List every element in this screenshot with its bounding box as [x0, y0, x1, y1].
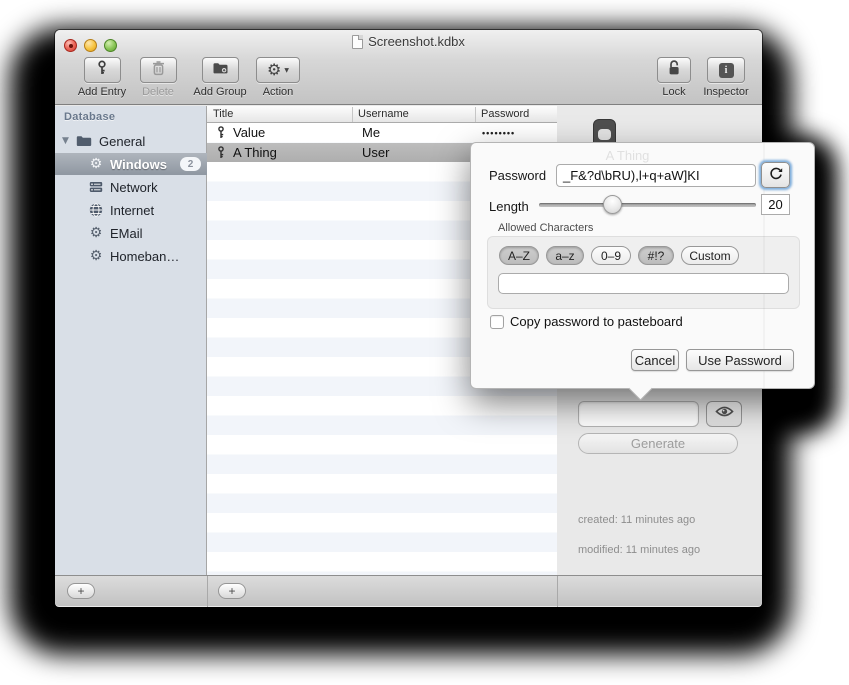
document-icon	[352, 35, 363, 49]
cell-title: A Thing	[233, 145, 277, 160]
toolbar: Add Entry Delete	[55, 52, 762, 105]
copy-to-pasteboard-checkbox[interactable]	[490, 315, 504, 329]
folder-icon	[76, 133, 92, 149]
charset-lowercase-button[interactable]: a–z	[546, 246, 584, 265]
show-password-button[interactable]	[706, 401, 742, 427]
password-label: Password	[489, 168, 546, 183]
charset-custom-button[interactable]: Custom	[681, 246, 739, 265]
gear-icon: ⚙	[267, 62, 281, 78]
use-password-button[interactable]: Use Password	[686, 349, 794, 371]
info-icon: i	[719, 63, 734, 78]
key-icon	[215, 126, 227, 142]
count-badge: 2	[180, 157, 201, 171]
gear-icon: ⚙	[90, 249, 103, 263]
add-group-plus-button[interactable]: +	[67, 583, 95, 599]
sidebar-item-general[interactable]: ▼ General	[55, 130, 207, 152]
globe-icon	[88, 202, 104, 218]
titlebar[interactable]: Screenshot.kdbx	[55, 30, 762, 52]
unlock-icon	[666, 59, 682, 81]
add-group-button[interactable]: Add Group	[188, 57, 252, 98]
divider	[557, 576, 558, 607]
action-menu-button[interactable]: ⚙ ▼ Action	[252, 57, 304, 98]
key-icon	[215, 146, 227, 162]
generated-password-field[interactable]: _F&?d\bRU),l+q+aW]KI	[556, 164, 756, 187]
password-generator-popover: A Thing Password _F&?d\bRU),l+q+aW]KI Le…	[470, 142, 815, 389]
cancel-button[interactable]: Cancel	[631, 349, 679, 371]
charset-symbols-button[interactable]: #!?	[638, 246, 674, 265]
slider-track[interactable]	[539, 203, 756, 207]
charset-uppercase-button[interactable]: A–Z	[499, 246, 539, 265]
add-entry-plus-button[interactable]: +	[218, 583, 246, 599]
sidebar-item-homebanking[interactable]: ⚙ Homeban…	[55, 245, 207, 267]
cell-username: User	[362, 145, 389, 160]
sidebar: Database ▼ General ⚙ Windows 2	[55, 106, 207, 575]
network-icon	[88, 179, 104, 195]
inspector-button[interactable]: i Inspector	[698, 57, 754, 98]
table-row[interactable]: Value Me ••••••••	[207, 123, 557, 143]
regenerate-button[interactable]	[761, 162, 790, 188]
generate-button[interactable]: Generate	[578, 433, 738, 454]
length-value-field[interactable]: 20	[761, 194, 790, 215]
chevron-down-icon: ▼	[284, 67, 289, 74]
key-icon	[94, 60, 110, 81]
bottom-bar: + +	[55, 575, 762, 606]
table-header[interactable]: Title Username Password	[207, 106, 557, 123]
sidebar-item-email[interactable]: ⚙ EMail	[55, 222, 207, 244]
copy-checkbox-label: Copy password to pasteboard	[510, 314, 683, 329]
inspector-password-field[interactable]	[578, 401, 699, 427]
divider	[207, 576, 208, 607]
cell-username: Me	[362, 125, 380, 140]
window-title: Screenshot.kdbx	[55, 34, 762, 49]
eye-icon	[715, 405, 734, 423]
custom-characters-field[interactable]	[498, 273, 789, 294]
column-header-title[interactable]: Title	[213, 108, 233, 120]
slider-thumb[interactable]	[603, 195, 622, 214]
sidebar-item-internet[interactable]: Internet	[55, 199, 207, 221]
trash-icon	[151, 60, 166, 81]
ghost-entry-title: A Thing	[471, 148, 784, 163]
length-label: Length	[489, 199, 529, 214]
window-chrome: Screenshot.kdbx Add Entry	[55, 30, 762, 105]
column-header-username[interactable]: Username	[358, 108, 409, 120]
modified-timestamp: modified: 11 minutes ago	[578, 544, 700, 556]
screenshot-stage: Screenshot.kdbx Add Entry	[0, 0, 849, 685]
folder-plus-icon	[212, 60, 229, 80]
gear-icon: ⚙	[90, 226, 103, 240]
sidebar-item-network[interactable]: Network	[55, 176, 207, 198]
disclosure-triangle-icon[interactable]: ▼	[62, 136, 69, 146]
length-slider[interactable]	[539, 194, 756, 216]
lock-button[interactable]: Lock	[654, 57, 694, 98]
sidebar-item-windows[interactable]: ⚙ Windows 2	[55, 153, 207, 175]
cell-password: ••••••••	[482, 128, 515, 138]
sidebar-section-header: Database	[64, 111, 115, 123]
gear-icon: ⚙	[90, 157, 103, 171]
delete-button[interactable]: Delete	[134, 57, 182, 98]
created-timestamp: created: 11 minutes ago	[578, 514, 695, 526]
refresh-icon	[769, 167, 783, 184]
column-divider[interactable]	[475, 107, 476, 122]
cell-title: Value	[233, 125, 265, 140]
charset-digits-button[interactable]: 0–9	[591, 246, 631, 265]
allowed-characters-label: Allowed Characters	[498, 222, 593, 234]
column-header-password[interactable]: Password	[481, 108, 529, 120]
add-entry-button[interactable]: Add Entry	[72, 57, 132, 98]
column-divider[interactable]	[352, 107, 353, 122]
